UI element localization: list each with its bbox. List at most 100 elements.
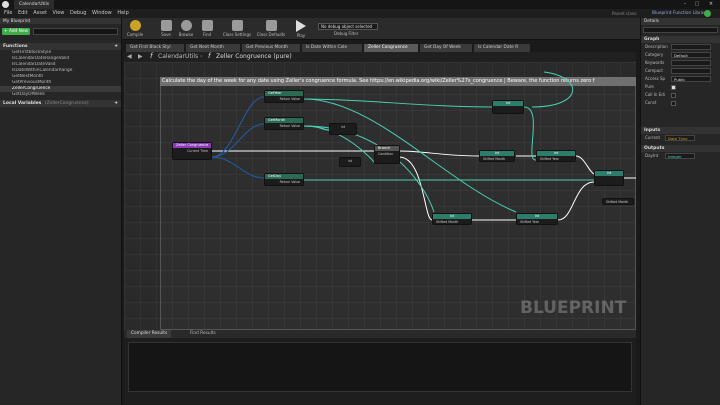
menu-file[interactable]: File: [4, 10, 12, 16]
function-item[interactable]: GetDayOfWeek: [0, 92, 121, 98]
browse-button[interactable]: Browse: [175, 19, 197, 39]
break-day-node[interactable]: GetDay Return Value: [264, 173, 304, 186]
document-tab[interactable]: Get Previous Month: [242, 44, 300, 52]
property-value[interactable]: [671, 60, 711, 66]
breadcrumb-root[interactable]: CalendarUtils: [158, 53, 198, 60]
add-new-button[interactable]: + Add New: [2, 28, 30, 35]
parent-class-value[interactable]: Blueprint Function Library: [652, 9, 708, 18]
minimize-button[interactable]: –: [680, 1, 690, 8]
add-node-1[interactable]: int Shifted Month: [479, 150, 515, 162]
property-value[interactable]: Public: [671, 76, 711, 82]
details-panel: Details Graph Description Category Default…: [640, 18, 720, 405]
local-variables-header[interactable]: Local Variables (ZellerCongruence) +: [0, 100, 121, 107]
checkbox[interactable]: [671, 100, 676, 106]
maximize-button[interactable]: □: [692, 1, 702, 8]
menu-help[interactable]: Help: [117, 10, 128, 16]
close-button[interactable]: ×: [705, 1, 717, 8]
save-button[interactable]: Save: [155, 19, 177, 39]
play-button[interactable]: Play: [290, 19, 312, 39]
details-tab[interactable]: Details: [641, 19, 659, 24]
exec-wire: [398, 156, 433, 221]
window-tab-title[interactable]: CalendarUtils: [14, 0, 55, 9]
play-icon: [296, 20, 306, 32]
compile-button[interactable]: Compile: [124, 19, 146, 39]
int-wire: [531, 71, 573, 108]
inputs-section-header[interactable]: Inputs: [641, 127, 720, 134]
input-param-row[interactable]: Current Date Time: [641, 134, 720, 142]
parent-class-label: Parent class:: [612, 11, 638, 16]
output-var-node[interactable]: Shifted Month: [602, 198, 634, 205]
document-tab[interactable]: Is Calendar Date R: [474, 44, 530, 52]
document-tab[interactable]: Get Next Month: [186, 44, 240, 52]
class-defaults-button[interactable]: Class Defaults: [256, 19, 286, 39]
menu-window[interactable]: Window: [92, 10, 112, 16]
find-results-tab[interactable]: Find Results: [186, 330, 220, 338]
less-node[interactable]: int: [329, 123, 357, 135]
document-tab[interactable]: Zeller Congruence: [364, 44, 418, 52]
property-value[interactable]: Default: [671, 52, 711, 58]
mod-node[interactable]: int: [492, 100, 524, 114]
property-value[interactable]: [671, 68, 711, 74]
panel-tab-bar: My Blueprint: [0, 18, 121, 24]
break-month-node[interactable]: GetMonth Return Value: [264, 117, 304, 130]
property-value[interactable]: [671, 44, 711, 50]
save-icon: [160, 20, 172, 31]
property-row: Category Default: [641, 51, 720, 59]
shifted-month-node[interactable]: int Shifted Month: [432, 213, 472, 225]
checkbox[interactable]: [671, 92, 676, 98]
graph-canvas[interactable]: Calculate the day of the week for any da…: [124, 62, 636, 330]
graph-section-header[interactable]: Graph: [641, 36, 720, 43]
function-icon: f: [150, 52, 153, 60]
add-variable-icon[interactable]: +: [114, 100, 118, 107]
my-blueprint-tab[interactable]: My Blueprint: [0, 19, 30, 24]
unreal-logo-icon: [2, 1, 9, 8]
debug-filter-dropdown[interactable]: No debug object selected: [318, 23, 378, 30]
break-year-node[interactable]: GetYear Return Value: [264, 90, 304, 103]
int-wire: [523, 106, 537, 161]
property-row: Compact: [641, 67, 720, 75]
functions-header[interactable]: Functions +: [0, 43, 121, 50]
forward-arrow-icon[interactable]: ▶: [138, 53, 143, 60]
checkbox-row: Const: [641, 99, 720, 107]
search-input[interactable]: [33, 28, 118, 35]
shifted-year-node[interactable]: int Shifted Year: [516, 213, 558, 225]
output-type-dropdown[interactable]: Integer: [665, 153, 695, 159]
exec-wire: [575, 155, 595, 175]
current-time-pin[interactable]: Current Time: [173, 148, 211, 154]
add-function-icon[interactable]: +: [114, 43, 118, 50]
bottom-panel: Compiler Results Find Results: [124, 330, 636, 405]
branch-node[interactable]: Branch Condition: [374, 145, 400, 164]
function-icon-2: f: [208, 52, 211, 60]
entry-node[interactable]: Zeller Congruence Current Time: [172, 142, 212, 160]
menu-edit[interactable]: Edit: [18, 10, 28, 16]
compile-icon: [129, 20, 141, 31]
checkbox-row: Call In Edi: [641, 91, 720, 99]
document-tab[interactable]: Get Day Of Week: [420, 44, 472, 52]
menu-view[interactable]: View: [53, 10, 65, 16]
menu-asset[interactable]: Asset: [33, 10, 47, 16]
input-type-dropdown[interactable]: Date Time: [665, 135, 695, 141]
compiler-results-tab[interactable]: Compiler Results: [127, 330, 172, 338]
details-search-input[interactable]: [643, 27, 718, 33]
functions-list: GetFirstBlockStyle IsCalendarDateRangeVal…: [0, 50, 121, 98]
breadcrumb-current: Zeller Congruence (pure): [216, 53, 292, 60]
browse-icon: [180, 20, 192, 31]
select-node[interactable]: int: [339, 157, 361, 167]
outputs-section-header[interactable]: Outputs: [641, 145, 720, 152]
defaults-icon: [265, 20, 277, 31]
status-icon: [704, 10, 711, 17]
document-tab[interactable]: Is Date Within Cale: [302, 44, 362, 52]
checkbox[interactable]: [671, 84, 676, 90]
add-node-3[interactable]: int: [594, 170, 624, 186]
add-node-2[interactable]: int Shifted Year: [536, 150, 576, 162]
document-tab[interactable]: Get First Block Styl: [126, 44, 184, 52]
graph-checks: Pure Call In Edi Const: [641, 83, 720, 107]
exec-wire: [557, 181, 595, 221]
find-button[interactable]: Find: [196, 19, 218, 39]
back-arrow-icon[interactable]: ◀: [127, 53, 132, 60]
class-settings-button[interactable]: Class Settings: [222, 19, 252, 39]
property-row: Description: [641, 43, 720, 51]
output-param-row[interactable]: DayInt Integer: [641, 152, 720, 160]
struct-wire: [211, 96, 265, 158]
menu-debug[interactable]: Debug: [70, 10, 86, 16]
